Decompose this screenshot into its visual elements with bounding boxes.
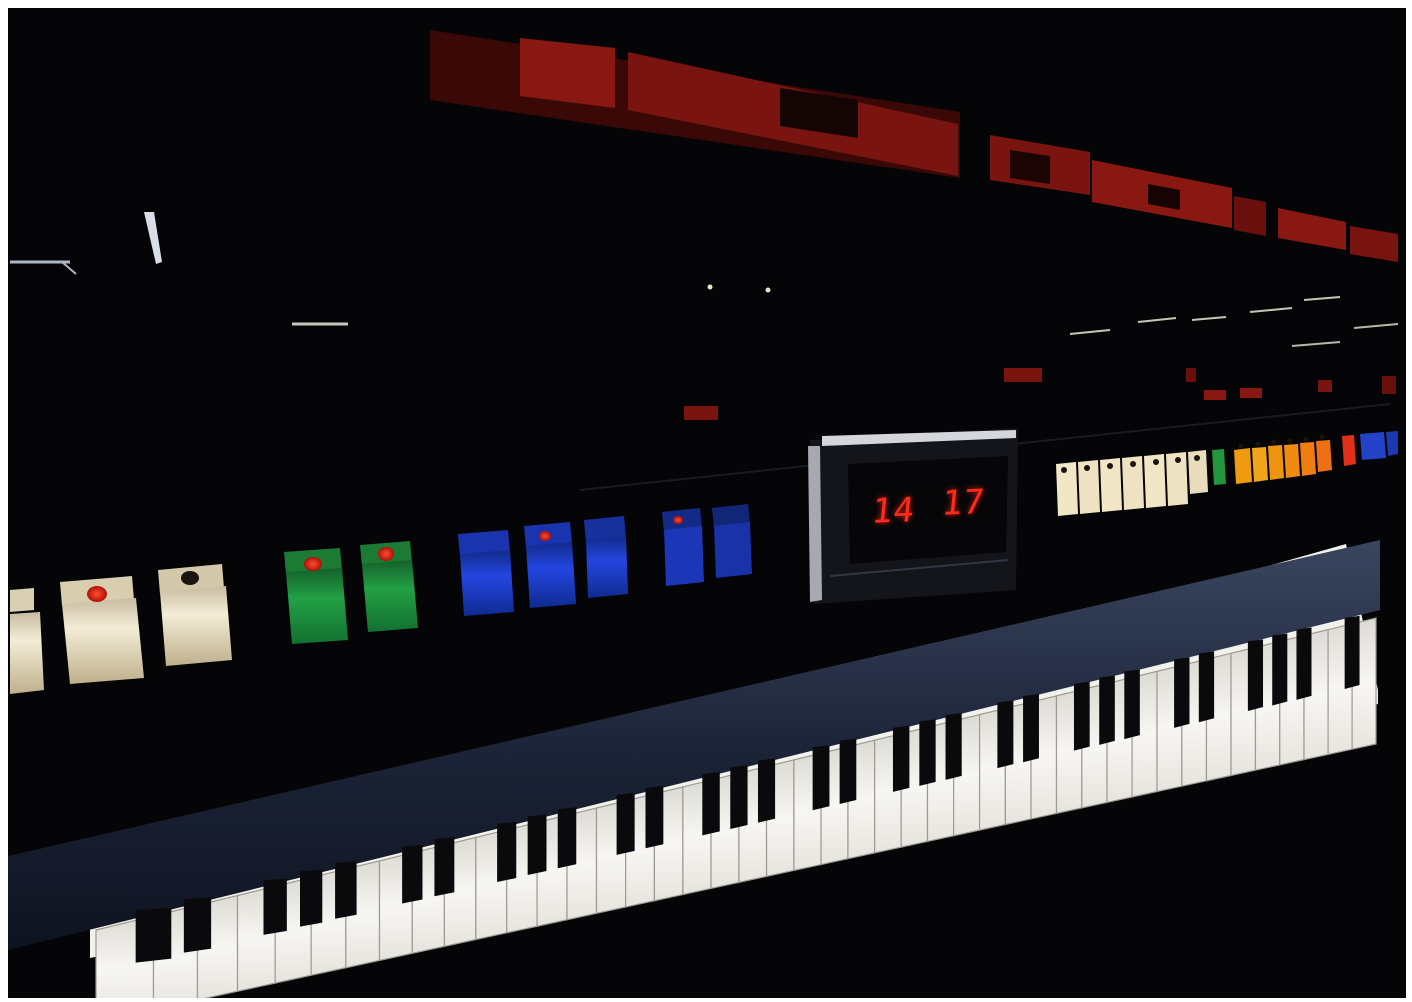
black-key xyxy=(1344,615,1360,689)
display-readout-left: 14 xyxy=(869,490,918,532)
black-key xyxy=(497,821,517,882)
black-key xyxy=(434,837,455,897)
synthesizer-photo: 14 17 xyxy=(0,0,1412,1002)
black-key xyxy=(812,745,830,811)
black-key xyxy=(892,725,910,792)
black-key xyxy=(1272,633,1288,706)
black-key xyxy=(645,785,664,849)
black-key xyxy=(299,869,323,927)
synthesizer-scene xyxy=(0,0,1412,1002)
black-key xyxy=(1023,694,1039,763)
black-key xyxy=(1174,657,1190,728)
black-key xyxy=(1247,639,1264,712)
black-key xyxy=(135,907,172,963)
black-key xyxy=(730,765,748,829)
black-key xyxy=(1124,669,1140,740)
black-key xyxy=(839,738,857,805)
black-key xyxy=(335,861,357,919)
black-key xyxy=(616,792,635,855)
black-key xyxy=(1296,627,1312,700)
black-key xyxy=(997,700,1014,769)
black-key xyxy=(1099,675,1115,745)
black-key xyxy=(1198,651,1215,723)
black-key xyxy=(919,719,936,786)
black-key xyxy=(402,844,423,904)
black-key xyxy=(557,807,577,869)
black-key xyxy=(757,758,776,823)
black-key xyxy=(183,897,212,953)
black-key xyxy=(1073,681,1090,751)
black-key xyxy=(945,712,962,780)
display-readout-right: 17 xyxy=(939,482,988,524)
black-key xyxy=(527,814,547,876)
black-key xyxy=(702,772,720,836)
black-key xyxy=(263,878,287,935)
